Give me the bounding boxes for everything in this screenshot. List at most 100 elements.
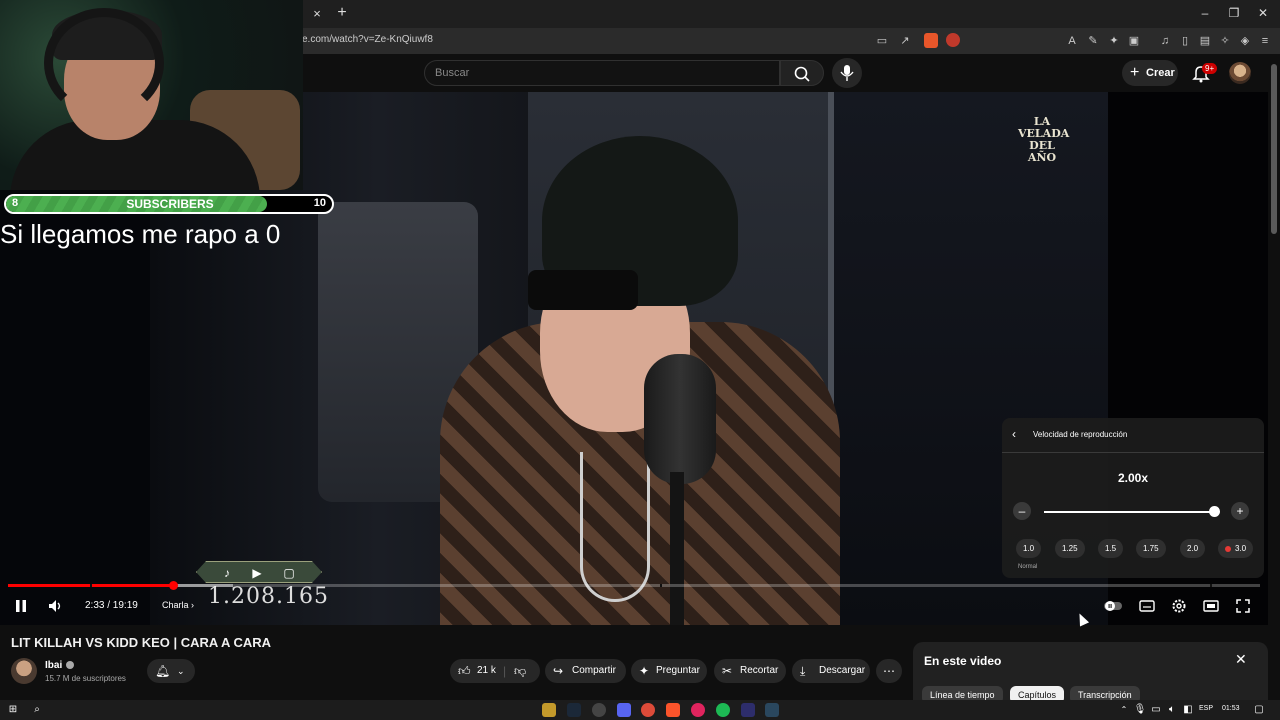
subscriber-goal-label: SUBSCRIBERS xyxy=(126,197,214,211)
settings-button[interactable] xyxy=(1170,597,1188,615)
speed-panel-title: Velocidad de reproducción xyxy=(1033,430,1128,439)
pause-button[interactable] xyxy=(12,597,30,615)
vpn-icon[interactable]: ◈ xyxy=(1237,33,1253,49)
back-chevron-icon[interactable]: ‹ xyxy=(1012,427,1016,441)
speed-slider-thumb[interactable] xyxy=(1209,506,1220,517)
maximize-button[interactable]: ❐ xyxy=(1219,4,1249,22)
verified-icon xyxy=(66,661,74,669)
new-tab-icon[interactable]: + xyxy=(333,4,351,22)
spotify-icon[interactable] xyxy=(716,703,730,717)
streamer-webcam xyxy=(0,0,303,190)
brave-shields-icon[interactable] xyxy=(924,33,938,48)
account-avatar[interactable] xyxy=(1229,62,1251,84)
like-count[interactable]: 21 k xyxy=(477,659,496,683)
tray-volume-icon[interactable]: 🔈︎ xyxy=(1165,703,1179,717)
like-icon[interactable]: 👍︎ xyxy=(458,659,471,683)
taskbar-clock[interactable]: 01:53 xyxy=(1222,705,1240,712)
tray-chevron-up-icon[interactable]: ⌃ xyxy=(1117,703,1131,717)
tray-app-icon[interactable]: ◧ xyxy=(1181,703,1195,717)
scrollbar-thumb[interactable] xyxy=(1271,64,1277,234)
subscribe-bell-button[interactable]: 🔔︎ ⌄ xyxy=(147,659,195,683)
theater-mode-button[interactable] xyxy=(1202,597,1220,615)
url-text[interactable]: e.com/watch?v=Ze-KnQiuwf8 xyxy=(302,34,433,45)
windows-start-icon[interactable]: ⊞ xyxy=(6,703,20,717)
channel-avatar[interactable] xyxy=(11,658,37,684)
speed-preset-1-25[interactable]: 1.25 xyxy=(1055,539,1085,558)
speed-preset-3[interactable]: 3.0 xyxy=(1218,539,1254,558)
extension-badge-icon[interactable] xyxy=(946,33,960,47)
speed-preset-1-5[interactable]: 1.5 xyxy=(1098,539,1124,558)
fullscreen-button[interactable] xyxy=(1234,597,1252,615)
search-button[interactable] xyxy=(780,60,824,86)
page-scrollbar[interactable] xyxy=(1268,54,1280,700)
share-page-icon[interactable]: ↗ xyxy=(897,33,913,49)
leo-ai-icon[interactable]: ✧ xyxy=(1217,33,1233,49)
tiktok-icon: ♪ xyxy=(224,566,230,580)
tray-network-icon[interactable]: ▭ xyxy=(1149,703,1163,717)
person-chain xyxy=(580,452,650,602)
menu-icon[interactable]: ≡ xyxy=(1257,33,1273,49)
create-button[interactable]: + Crear xyxy=(1122,60,1178,86)
taskbar-search-icon[interactable]: ⌕ xyxy=(30,703,44,717)
search-input[interactable]: Buscar xyxy=(424,60,780,86)
speed-preset-1[interactable]: 1.0 xyxy=(1016,539,1042,558)
plus-icon: + xyxy=(1130,64,1140,81)
media-player-icon[interactable] xyxy=(691,703,705,717)
chapters-panel-title: En este video xyxy=(924,654,1002,668)
voice-search-button[interactable] xyxy=(832,58,862,88)
volume-button[interactable] xyxy=(46,597,64,615)
speed-preset-1-75[interactable]: 1.75 xyxy=(1136,539,1166,558)
speed-preset-2[interactable]: 2.0 xyxy=(1180,539,1206,558)
dislike-icon[interactable]: 👎︎ xyxy=(514,659,526,683)
sidebar-icon[interactable]: ▯ xyxy=(1177,33,1193,49)
download-icon: ⤓ xyxy=(800,664,806,678)
language-indicator[interactable]: ESP xyxy=(1199,705,1213,712)
discord-icon[interactable] xyxy=(617,703,631,717)
extensions-icon[interactable]: ✦ xyxy=(1106,33,1122,49)
steam-icon-2[interactable] xyxy=(765,703,779,717)
social-widget: ♪ ▶ ▢ xyxy=(196,561,322,583)
chapter-button[interactable]: Charla › xyxy=(162,600,194,610)
speed-increase-button[interactable]: + xyxy=(1231,502,1249,520)
social-follower-count: 1.208.165 xyxy=(208,584,329,609)
media-icon[interactable]: ♫ xyxy=(1157,33,1173,49)
app-icon[interactable] xyxy=(741,703,755,717)
subscriber-goal-bar: 8 SUBSCRIBERS 10 xyxy=(4,194,334,214)
share-icon: ↪ xyxy=(553,664,564,678)
speed-slider-track[interactable] xyxy=(1044,511,1214,513)
studio-microphone xyxy=(644,354,716,484)
notifications-center-icon[interactable]: ▢ xyxy=(1252,703,1266,717)
speed-decrease-button[interactable]: – xyxy=(1013,502,1031,520)
screenshot-icon[interactable]: ▣ xyxy=(1126,33,1142,49)
clip-button[interactable]: ✂ Recortar xyxy=(714,659,786,683)
speed-value: 2.00x xyxy=(1117,471,1149,485)
pen-icon[interactable]: ✎ xyxy=(1085,33,1101,49)
steam-icon[interactable] xyxy=(567,703,581,717)
search-icon xyxy=(794,66,810,82)
tray-mic-icon[interactable]: 🎙︎ xyxy=(1133,703,1147,717)
minimize-button[interactable]: – xyxy=(1190,4,1220,22)
volume-icon xyxy=(49,600,61,612)
translate-icon[interactable]: A xyxy=(1064,33,1080,49)
close-window-button[interactable]: ✕ xyxy=(1248,4,1278,22)
download-label: Descargar xyxy=(819,665,866,676)
time-display: 2:33 / 19:19 xyxy=(85,600,138,611)
share-button[interactable]: ↪ Compartir xyxy=(545,659,626,683)
create-label: Crear xyxy=(1146,67,1175,79)
brave-icon[interactable] xyxy=(666,703,680,717)
goal-text: Si llegamos me rapo a 0 xyxy=(0,219,281,249)
more-actions-button[interactable]: ⋯ xyxy=(876,659,902,683)
chrome-icon[interactable] xyxy=(641,703,655,717)
obs-icon[interactable] xyxy=(592,703,606,717)
channel-name[interactable]: Ibai xyxy=(45,660,62,671)
close-icon[interactable]: ✕ xyxy=(1235,651,1247,668)
cast-icon[interactable]: ▭ xyxy=(874,33,890,49)
ask-button[interactable]: ✦ Preguntar xyxy=(631,659,707,683)
premium-icon xyxy=(1225,545,1231,552)
wallet-icon[interactable]: ▤ xyxy=(1197,33,1213,49)
autoplay-toggle[interactable] xyxy=(1102,597,1124,615)
file-explorer-icon[interactable] xyxy=(542,703,556,717)
subtitles-button[interactable] xyxy=(1138,597,1156,615)
tab-close-icon[interactable]: × xyxy=(308,5,326,23)
download-button[interactable]: ⤓ Descargar xyxy=(792,659,870,683)
